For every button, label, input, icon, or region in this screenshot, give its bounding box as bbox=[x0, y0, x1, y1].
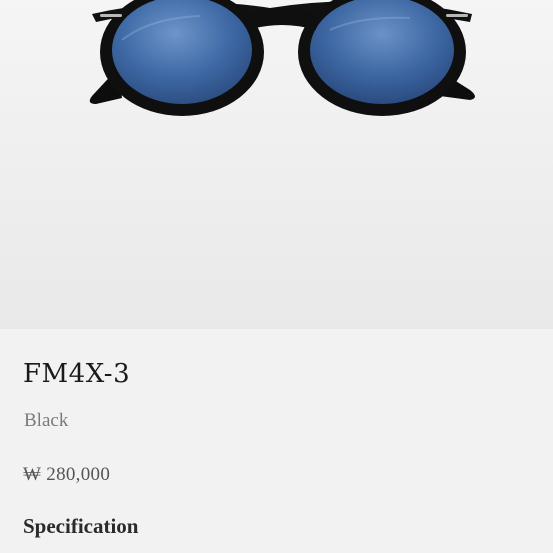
product-info: FM4X-3 Black ₩ 280,000 Specification bbox=[0, 329, 553, 553]
product-model: FM4X-3 bbox=[23, 359, 131, 389]
right-lens bbox=[310, 0, 454, 104]
product-color: Black bbox=[24, 410, 69, 431]
right-hinge-stud bbox=[446, 14, 468, 17]
left-lens bbox=[112, 0, 252, 104]
product-price: ₩ 280,000 bbox=[23, 464, 111, 485]
specification-heading[interactable]: Specification bbox=[23, 516, 139, 537]
sunglasses-image bbox=[89, 0, 475, 116]
product-page: FM4X-3 Black ₩ 280,000 Specification bbox=[0, 0, 553, 553]
left-hinge-stud bbox=[100, 14, 122, 17]
product-image[interactable] bbox=[0, 0, 553, 329]
